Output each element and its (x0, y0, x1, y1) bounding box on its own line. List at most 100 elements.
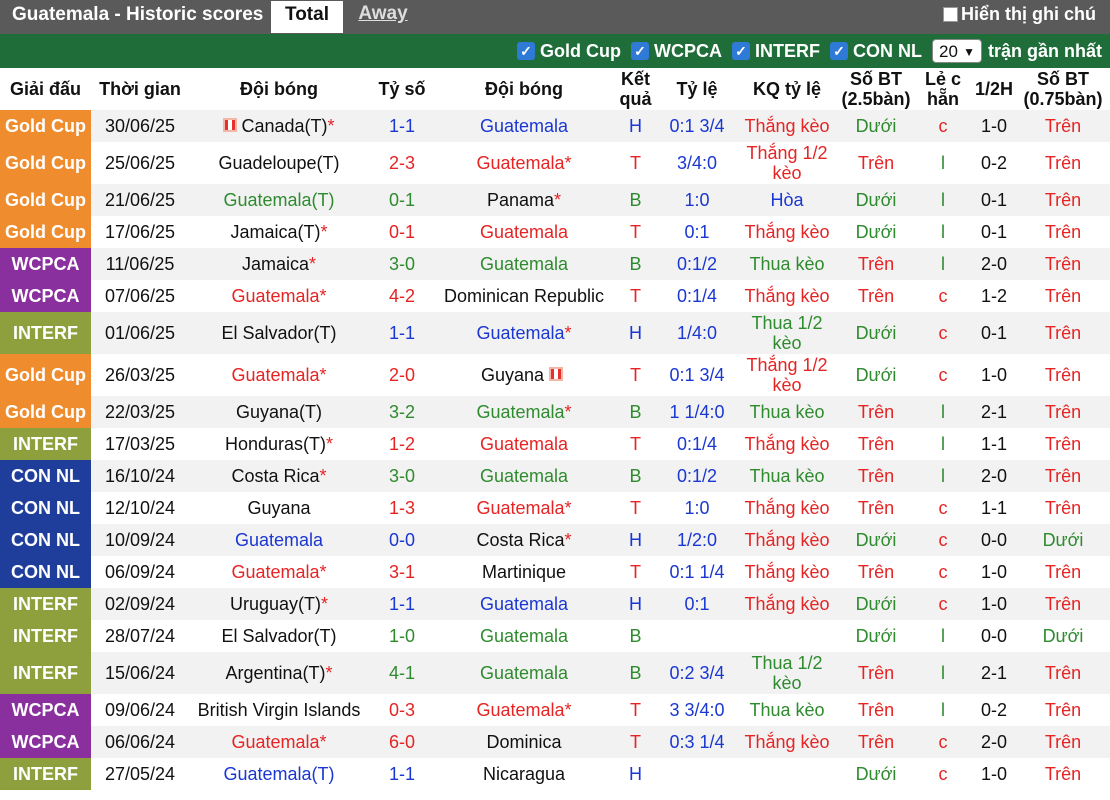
league-cell[interactable]: CON NL (0, 460, 91, 492)
home-team-cell[interactable]: El Salvador(T) (189, 620, 369, 652)
away-team-cell[interactable]: Guatemala (435, 216, 613, 248)
home-team-cell[interactable]: Guatemala* (189, 354, 369, 396)
score-cell[interactable]: 3-1 (369, 556, 435, 588)
league-cell[interactable]: Gold Cup (0, 216, 91, 248)
tab-total[interactable]: Total (270, 0, 344, 34)
checkmark-icon[interactable]: ✓ (630, 42, 649, 60)
league-cell[interactable]: Gold Cup (0, 110, 91, 142)
away-team-cell[interactable]: Dominican Republic (435, 280, 613, 312)
league-cell[interactable]: Gold Cup (0, 396, 91, 428)
away-team-cell[interactable]: Guatemala (435, 620, 613, 652)
home-team-cell[interactable]: El Salvador(T) (189, 312, 369, 354)
away-team-cell[interactable]: Guatemala (435, 652, 613, 694)
league-cell[interactable]: WCPCA (0, 726, 91, 758)
league-cell[interactable]: INTERF (0, 620, 91, 652)
match-count-select[interactable]: 20 ▼ (931, 39, 982, 63)
score-cell[interactable]: 1-1 (369, 312, 435, 354)
league-cell[interactable]: INTERF (0, 428, 91, 460)
score-cell[interactable]: 0-1 (369, 184, 435, 216)
home-team-cell[interactable]: Guatemala* (189, 280, 369, 312)
home-team-cell[interactable]: Guadeloupe(T) (189, 142, 369, 184)
away-team-cell[interactable]: Costa Rica* (435, 524, 613, 556)
away-team-cell[interactable]: Guatemala (435, 248, 613, 280)
score-cell[interactable]: 0-3 (369, 694, 435, 726)
score-cell[interactable]: 4-2 (369, 280, 435, 312)
home-team-cell[interactable]: Guatemala (189, 524, 369, 556)
top-bar: Guatemala - Historic scores Total Away H… (0, 0, 1110, 34)
league-cell[interactable]: Gold Cup (0, 354, 91, 396)
league-cell[interactable]: Gold Cup (0, 142, 91, 184)
home-team-cell[interactable]: Guatemala(T) (189, 184, 369, 216)
filter-wcpca[interactable]: ✓ WCPCA (630, 41, 722, 62)
checkmark-icon[interactable]: ✓ (829, 42, 848, 60)
league-cell[interactable]: CON NL (0, 524, 91, 556)
away-team-cell[interactable]: Guatemala* (435, 312, 613, 354)
league-cell[interactable]: INTERF (0, 588, 91, 620)
away-team-cell[interactable]: Dominica (435, 726, 613, 758)
checkbox-icon[interactable] (943, 7, 958, 22)
filter-interf[interactable]: ✓ INTERF (731, 41, 820, 62)
score-cell[interactable]: 1-3 (369, 492, 435, 524)
home-team-cell[interactable]: Guyana(T) (189, 396, 369, 428)
home-team-cell[interactable]: Guatemala* (189, 726, 369, 758)
home-team-cell[interactable]: Guatemala* (189, 556, 369, 588)
score-cell[interactable]: 1-2 (369, 428, 435, 460)
score-cell[interactable]: 1-1 (369, 110, 435, 142)
league-cell[interactable]: Gold Cup (0, 184, 91, 216)
checkmark-icon[interactable]: ✓ (731, 42, 750, 60)
over-under-075-cell: Trên (1016, 216, 1110, 248)
league-cell[interactable]: CON NL (0, 556, 91, 588)
league-cell[interactable]: INTERF (0, 312, 91, 354)
tab-away[interactable]: Away (344, 0, 422, 34)
home-team-cell[interactable]: Argentina(T)* (189, 652, 369, 694)
score-cell[interactable]: 2-0 (369, 354, 435, 396)
score-cell[interactable]: 3-0 (369, 248, 435, 280)
home-team-cell[interactable]: Costa Rica* (189, 460, 369, 492)
away-team-cell[interactable]: Guatemala (435, 110, 613, 142)
score-cell[interactable]: 6-0 (369, 726, 435, 758)
home-team-cell[interactable]: Jamaica(T)* (189, 216, 369, 248)
home-team-cell[interactable]: Uruguay(T)* (189, 588, 369, 620)
score-cell[interactable]: 0-0 (369, 524, 435, 556)
show-notes-toggle[interactable]: Hiển thị ghi chú (943, 0, 1096, 30)
home-team-cell[interactable]: Jamaica* (189, 248, 369, 280)
home-team-cell[interactable]: Guatemala(T) (189, 758, 369, 790)
score-cell[interactable]: 1-1 (369, 758, 435, 790)
score-cell[interactable]: 3-0 (369, 460, 435, 492)
league-cell[interactable]: WCPCA (0, 694, 91, 726)
away-team-cell[interactable]: Guatemala (435, 460, 613, 492)
over-under-cell: Dưới (838, 354, 914, 396)
score-cell[interactable]: 3-2 (369, 396, 435, 428)
checkmark-icon[interactable]: ✓ (517, 42, 535, 60)
league-cell[interactable]: CON NL (0, 492, 91, 524)
away-team-cell[interactable]: Guatemala (435, 588, 613, 620)
away-team-cell[interactable]: Guatemala* (435, 396, 613, 428)
home-team-cell[interactable]: Canada(T)* (189, 110, 369, 142)
home-team-cell[interactable]: Honduras(T)* (189, 428, 369, 460)
score-cell[interactable]: 4-1 (369, 652, 435, 694)
score-cell[interactable]: 1-0 (369, 620, 435, 652)
home-team-cell[interactable]: British Virgin Islands (189, 694, 369, 726)
score-cell[interactable]: 1-1 (369, 588, 435, 620)
away-team-cell[interactable]: Martinique (435, 556, 613, 588)
league-cell[interactable]: INTERF (0, 758, 91, 790)
away-team-cell[interactable]: Guatemala* (435, 142, 613, 184)
away-team-cell[interactable]: Guyana (435, 354, 613, 396)
filter-gold-cup[interactable]: ✓ Gold Cup (517, 41, 621, 62)
table-row: INTERF 28/07/24 El Salvador(T) 1-0 Guatemala… (0, 620, 1110, 652)
league-cell[interactable]: WCPCA (0, 248, 91, 280)
score-cell[interactable]: 0-1 (369, 216, 435, 248)
score-cell[interactable]: 2-3 (369, 142, 435, 184)
away-team-cell[interactable]: Guatemala* (435, 694, 613, 726)
col-result: Kết quả (613, 68, 658, 110)
league-cell[interactable]: INTERF (0, 652, 91, 694)
away-team-cell[interactable]: Guatemala (435, 428, 613, 460)
filter-con-nl[interactable]: ✓ CON NL (829, 41, 922, 62)
away-team-cell[interactable]: Panama* (435, 184, 613, 216)
league-cell[interactable]: WCPCA (0, 280, 91, 312)
away-team-cell[interactable]: Nicaragua (435, 758, 613, 790)
home-team-cell[interactable]: Guyana (189, 492, 369, 524)
table-header: Giải đấu Thời gian Đội bóng Tỷ số Đội bó… (0, 68, 1110, 110)
away-team-cell[interactable]: Guatemala* (435, 492, 613, 524)
result-cell: B (613, 396, 658, 428)
